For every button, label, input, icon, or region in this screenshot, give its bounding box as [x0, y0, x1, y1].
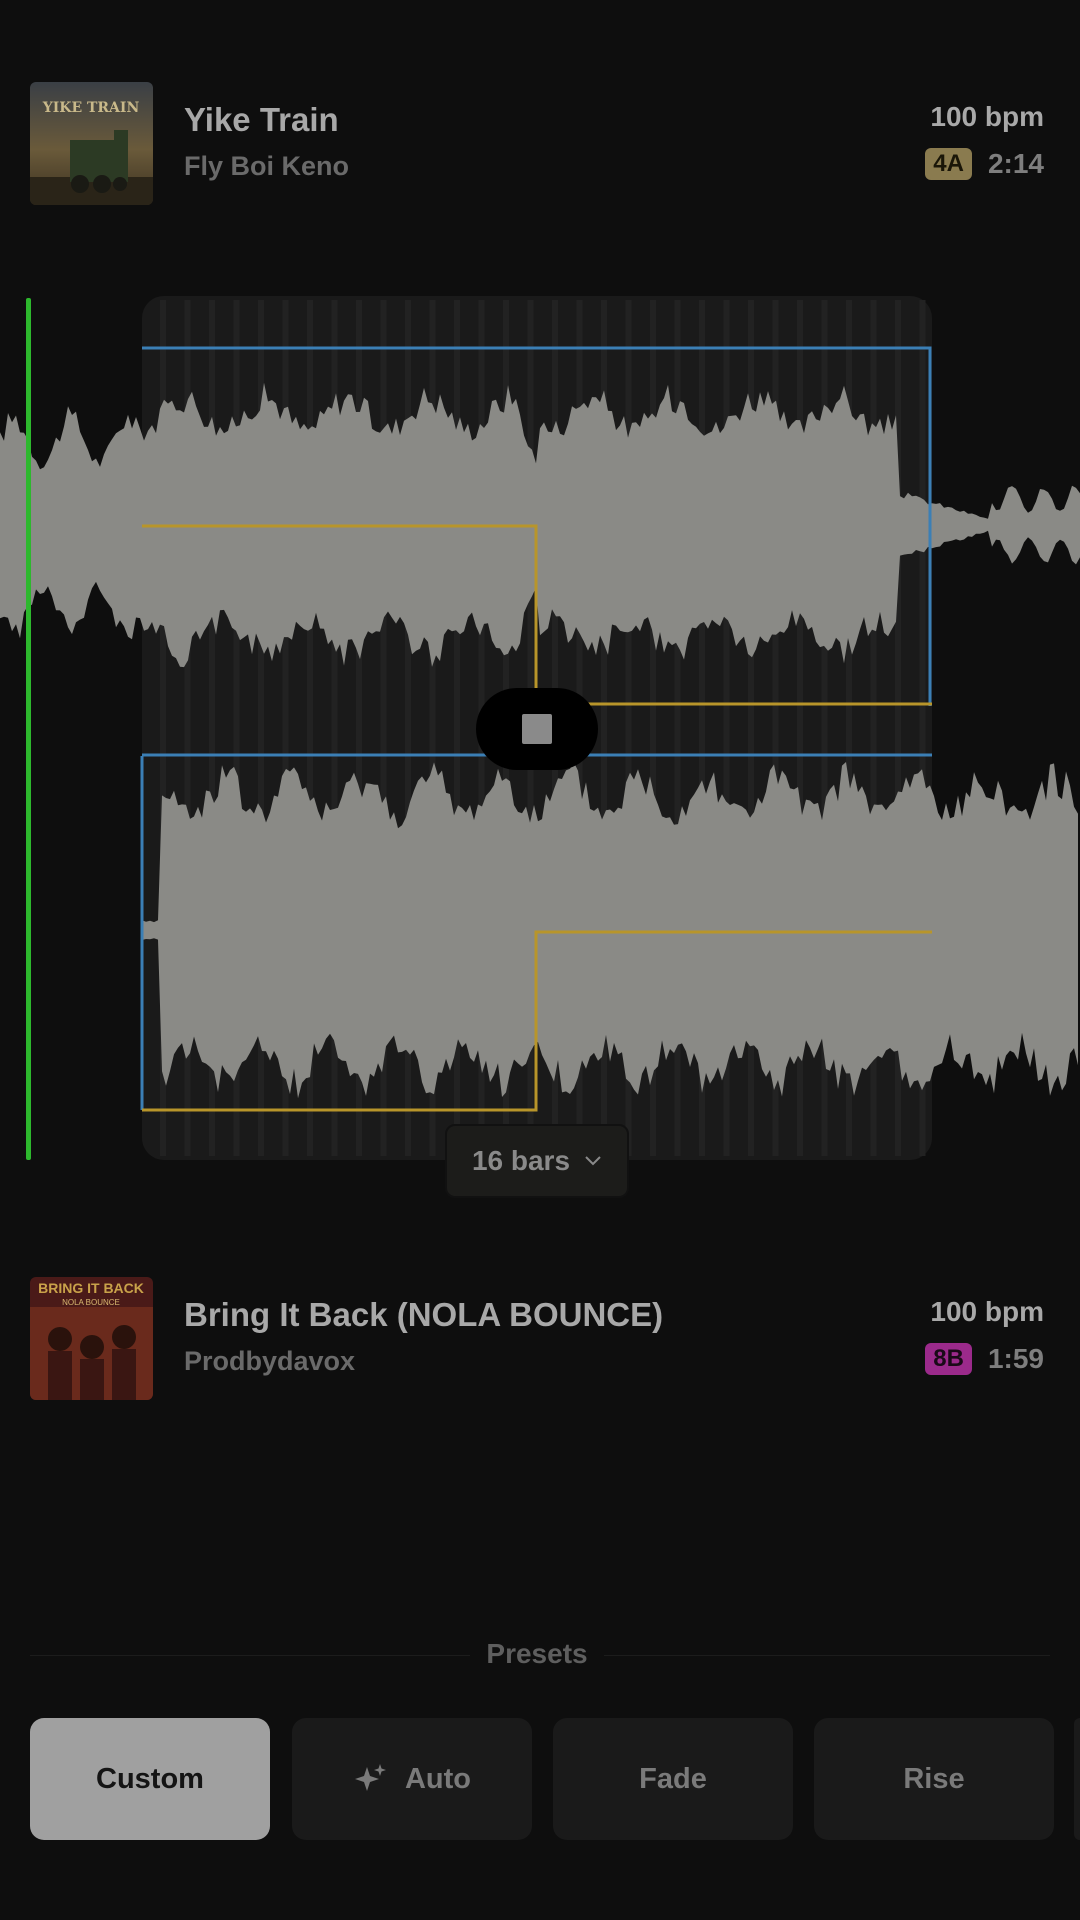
track-duration: 1:59 — [987, 1343, 1044, 1374]
track-row-bottom[interactable]: BRING IT BACK NOLA BOUNCE Bring It Back … — [0, 1272, 1080, 1402]
key-badge: 8B — [925, 1343, 972, 1375]
stop-button[interactable] — [476, 688, 598, 770]
waveform-bottom-track — [142, 762, 1078, 1099]
preset-fade-button[interactable]: Fade — [553, 1718, 793, 1840]
svg-text:BRING IT BACK: BRING IT BACK — [38, 1280, 144, 1296]
sparkle-icon — [354, 1764, 386, 1791]
preset-next-button[interactable] — [1074, 1718, 1080, 1840]
track-artist: Prodbydavox — [184, 1346, 356, 1376]
track-title: Yike Train — [184, 101, 339, 138]
bars-length-dropdown[interactable]: 16 bars — [445, 1124, 629, 1198]
preset-label: Fade — [639, 1762, 707, 1795]
preset-custom-button[interactable]: Custom — [30, 1718, 270, 1840]
playhead — [26, 298, 31, 1160]
track-meta: 4A 2:14 — [925, 148, 1044, 180]
chevron-down-icon — [585, 1156, 601, 1166]
presets-header: Presets — [0, 1630, 1080, 1680]
track-bpm: 100 bpm — [930, 1296, 1044, 1327]
preset-label: Auto — [404, 1762, 472, 1795]
track-meta: 8B 1:59 — [925, 1343, 1044, 1375]
track-row-top[interactable]: YIKE TRAIN Yike Train Fly Boi Keno 100 b… — [0, 77, 1080, 207]
key-badge: 4A — [925, 148, 972, 180]
track-artist: Fly Boi Keno — [184, 151, 350, 181]
divider — [604, 1655, 1050, 1656]
presets-label: Presets — [486, 1638, 588, 1669]
album-cover-bring-it-back: BRING IT BACK NOLA BOUNCE — [30, 1277, 153, 1400]
mix-screen: YIKE TRAIN Yike Train Fly Boi Keno 100 b… — [0, 0, 1080, 1920]
preset-label: Rise — [903, 1762, 965, 1795]
track-duration: 2:14 — [987, 148, 1044, 179]
preset-label: Custom — [96, 1762, 204, 1795]
track-title: Bring It Back (NOLA BOUNCE) — [184, 1296, 664, 1333]
stop-icon — [522, 714, 552, 744]
svg-text:YIKE TRAIN: YIKE TRAIN — [42, 100, 140, 116]
preset-auto-button[interactable]: Auto — [292, 1718, 532, 1840]
preset-rise-button[interactable]: Rise — [814, 1718, 1054, 1840]
bars-label: 16 bars — [471, 1145, 571, 1176]
album-cover-yike-train: YIKE TRAIN — [30, 82, 153, 205]
waveform-shape — [142, 762, 1078, 1099]
track-bpm: 100 bpm — [930, 101, 1044, 132]
svg-text:NOLA BOUNCE: NOLA BOUNCE — [62, 1298, 120, 1307]
